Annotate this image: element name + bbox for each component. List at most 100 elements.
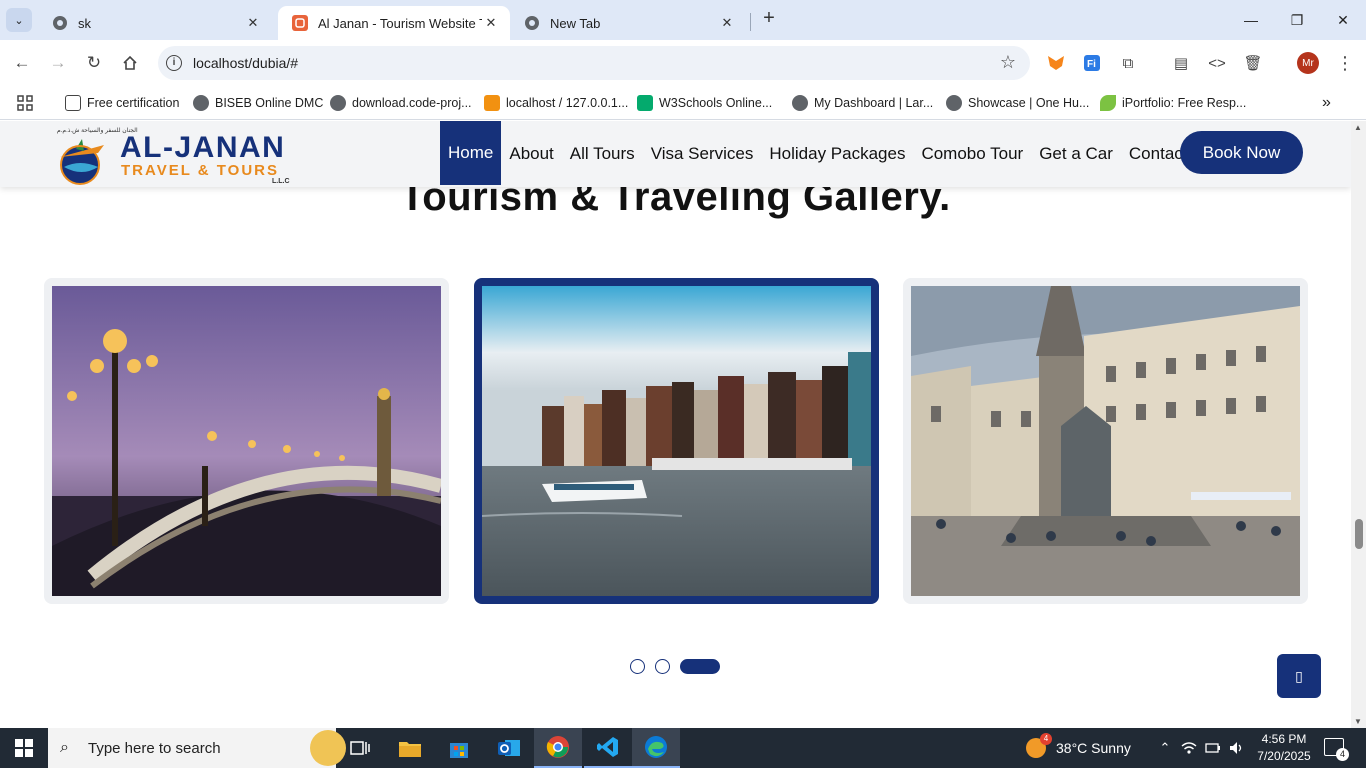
svg-text:Fi: Fi (1087, 59, 1096, 70)
globe-icon (792, 95, 808, 111)
gallery-image-paris-bridge (52, 286, 443, 596)
address-bar[interactable]: i localhost/dubia/# ☆ (158, 46, 1030, 80)
book-now-button[interactable]: Book Now (1180, 131, 1303, 174)
chrome-taskbar-button[interactable] (534, 728, 582, 768)
home-button[interactable] (117, 50, 143, 76)
carousel-pagination (630, 658, 730, 674)
nav-combo-tour[interactable]: Comobo Tour (913, 121, 1031, 187)
close-icon[interactable]: ✕ (482, 15, 500, 31)
site-logo[interactable]: الجنان للسفر والسياحة ش.ذ.م.م AL-JANAN T… (52, 125, 302, 187)
metamask-extension-icon[interactable] (1045, 52, 1067, 74)
reload-button[interactable]: ↻ (81, 50, 107, 76)
site-favicon-icon (292, 15, 308, 31)
scroll-down-arrow-icon[interactable]: ▼ (1354, 717, 1362, 726)
bookmark-label: Free certification (87, 96, 180, 110)
tab-al-janan[interactable]: Al Janan - Tourism Website Tem ✕ (278, 6, 510, 40)
system-clock[interactable]: 4:56 PM 7/20/2025 (1252, 731, 1316, 765)
gallery-card[interactable] (903, 278, 1308, 604)
bookmark-star-icon[interactable]: ☆ (1000, 52, 1016, 73)
sun-weather-icon: 4 (1026, 733, 1052, 758)
gallery-card-active[interactable] (474, 278, 879, 604)
bookmark-iportfolio[interactable]: iPortfolio: Free Resp... (1100, 93, 1246, 113)
scroll-up-arrow-icon[interactable]: ▲ (1354, 123, 1362, 132)
bookmark-label: download.code-proj... (352, 96, 472, 110)
bookmark-phpmyadmin[interactable]: localhost / 127.0.0.1... (484, 93, 628, 113)
gallery-card[interactable] (44, 278, 449, 604)
show-hidden-icons-chevron-icon[interactable]: ⌃ (1154, 728, 1176, 768)
bookmark-biseb[interactable]: BISEB Online DMC (193, 93, 323, 113)
close-window-button[interactable]: ✕ (1320, 0, 1366, 40)
tab-title: sk (78, 15, 91, 31)
bookmark-w3schools[interactable]: W3Schools Online... (637, 93, 772, 113)
minimize-icon: — (1244, 12, 1258, 28)
tab-sk[interactable]: sk ✕ (38, 6, 272, 40)
profile-avatar[interactable]: Mr (1297, 52, 1319, 74)
carousel-dot-1[interactable] (630, 658, 645, 674)
nav-home[interactable]: Home (440, 121, 502, 185)
scrollbar-thumb[interactable] (1355, 519, 1363, 549)
close-icon[interactable]: ✕ (718, 15, 736, 31)
trash-icon[interactable]: 🗑 (1242, 52, 1264, 74)
extensions-puzzle-icon[interactable]: ⧉ (1117, 52, 1139, 74)
bookmark-showcase[interactable]: Showcase | One Hu... (946, 93, 1089, 113)
notification-center-icon[interactable]: 4 (1324, 738, 1349, 761)
nav-all-tours[interactable]: All Tours (562, 121, 643, 187)
logo-tagline: TRAVEL & TOURS (121, 162, 280, 179)
nav-holiday-packages[interactable]: Holiday Packages (761, 121, 913, 187)
tab-layout-icon[interactable]: ▤ (1170, 52, 1192, 74)
wifi-icon[interactable] (1178, 728, 1200, 768)
bookmark-code-projects[interactable]: download.code-proj... (330, 93, 472, 113)
globe-icon (52, 15, 68, 31)
more-bookmarks-chevron-icon[interactable]: » (1322, 93, 1331, 113)
nav-get-a-car[interactable]: Get a Car (1031, 121, 1121, 187)
minimize-button[interactable]: — (1228, 0, 1274, 40)
outlook-button[interactable] (485, 728, 533, 768)
bookmark-label: My Dashboard | Lar... (814, 96, 934, 110)
apps-grid-icon[interactable] (17, 93, 33, 113)
battery-plug-icon[interactable] (1202, 728, 1224, 768)
start-button[interactable] (0, 728, 48, 768)
taskbar-search-box[interactable]: ⌕ Type here to search (48, 728, 346, 768)
vscode-taskbar-button[interactable] (584, 728, 632, 768)
forward-button[interactable]: → (45, 50, 71, 76)
close-icon[interactable]: ✕ (244, 15, 262, 31)
bookmark-label: BISEB Online DMC (215, 96, 324, 110)
reload-icon: ↻ (86, 53, 102, 72)
nav-visa-services[interactable]: Visa Services (643, 121, 762, 187)
home-icon (123, 55, 137, 70)
notification-count-badge: 4 (1336, 748, 1349, 761)
globe-plane-logo-icon (60, 139, 104, 185)
carousel-dot-2[interactable] (655, 658, 670, 674)
new-tab-button[interactable]: + (758, 8, 780, 30)
tab-search-button[interactable]: ⌄ (6, 8, 32, 32)
microsoft-store-button[interactable] (435, 728, 483, 768)
menu-kebab-icon[interactable]: ⋮ (1334, 52, 1356, 74)
back-to-top-button[interactable]: ▯ (1277, 654, 1321, 698)
weather-widget[interactable]: 4 38°C Sunny (1026, 728, 1131, 768)
logo-llc: L.L.C (272, 178, 290, 185)
fi-extension-icon[interactable]: Fi (1081, 52, 1103, 74)
devtools-code-icon[interactable]: <> (1206, 52, 1228, 74)
windows-taskbar: ⌕ Type here to search 4 38°C Sunny ⌃ 4:5 (0, 728, 1366, 768)
gallery-image-amsterdam-canal (481, 286, 871, 596)
plus-icon: + (763, 7, 775, 29)
globe-icon (193, 95, 209, 111)
restore-button[interactable]: ❐ (1274, 0, 1320, 40)
file-explorer-button[interactable] (386, 728, 434, 768)
page-scrollbar[interactable]: ▲ ▼ (1351, 121, 1366, 728)
address-url[interactable]: localhost/dubia/# (193, 55, 298, 71)
volume-icon[interactable] (1226, 728, 1248, 768)
task-view-button[interactable] (336, 728, 384, 768)
nav-about[interactable]: About (501, 121, 561, 187)
bookmark-free-certification[interactable]: Free certification (65, 93, 179, 113)
bookmark-dashboard[interactable]: My Dashboard | Lar... (792, 93, 933, 113)
site-info-icon[interactable]: i (166, 55, 182, 71)
globe-icon (946, 95, 962, 111)
back-button[interactable]: ← (9, 50, 35, 76)
bookmarks-bar: Free certification BISEB Online DMC down… (0, 86, 1366, 120)
edge-taskbar-button[interactable] (632, 728, 680, 768)
store-icon (450, 743, 468, 758)
tab-new-tab[interactable]: New Tab ✕ (510, 6, 746, 40)
carousel-dot-3-active[interactable] (680, 658, 720, 674)
clock-time: 4:56 PM (1261, 732, 1307, 746)
